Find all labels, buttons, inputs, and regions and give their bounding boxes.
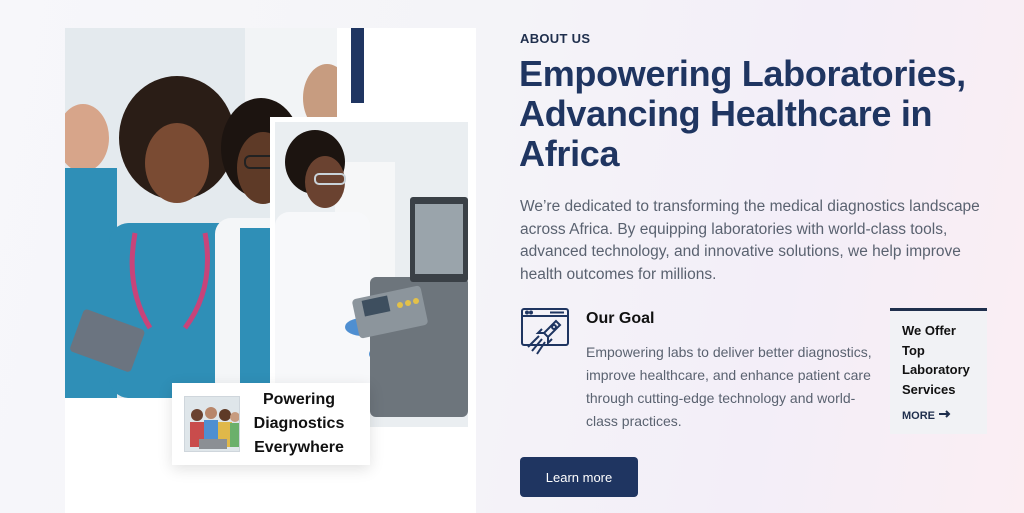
more-link-label: MORE: [902, 409, 935, 422]
goal-text: Empowering labs to deliver better diagno…: [586, 344, 872, 429]
caption-card: Powering Diagnostics Everywhere: [172, 383, 370, 465]
section-eyebrow: ABOUT US: [520, 31, 591, 46]
group-photo-thumbnail: [184, 396, 240, 452]
intro-paragraph: We’re dedicated to transforming the medi…: [520, 198, 980, 283]
goal-title: Our Goal: [586, 310, 655, 327]
services-card[interactable]: We Offer Top Laboratory Services MORE: [890, 308, 987, 434]
page-title: Empowering Laboratories, Advancing Healt…: [519, 53, 966, 174]
learn-more-button[interactable]: Learn more: [520, 457, 638, 497]
rocket-launch-icon: [520, 307, 572, 359]
caption-text: Powering Diagnostics Everywhere: [253, 391, 345, 456]
accent-bar: [351, 28, 364, 103]
arrow-right-icon: [938, 409, 952, 422]
more-link[interactable]: MORE: [902, 409, 975, 422]
lab-scientist-photo: [275, 122, 468, 427]
services-card-title: We Offer Top Laboratory Services: [902, 323, 970, 397]
